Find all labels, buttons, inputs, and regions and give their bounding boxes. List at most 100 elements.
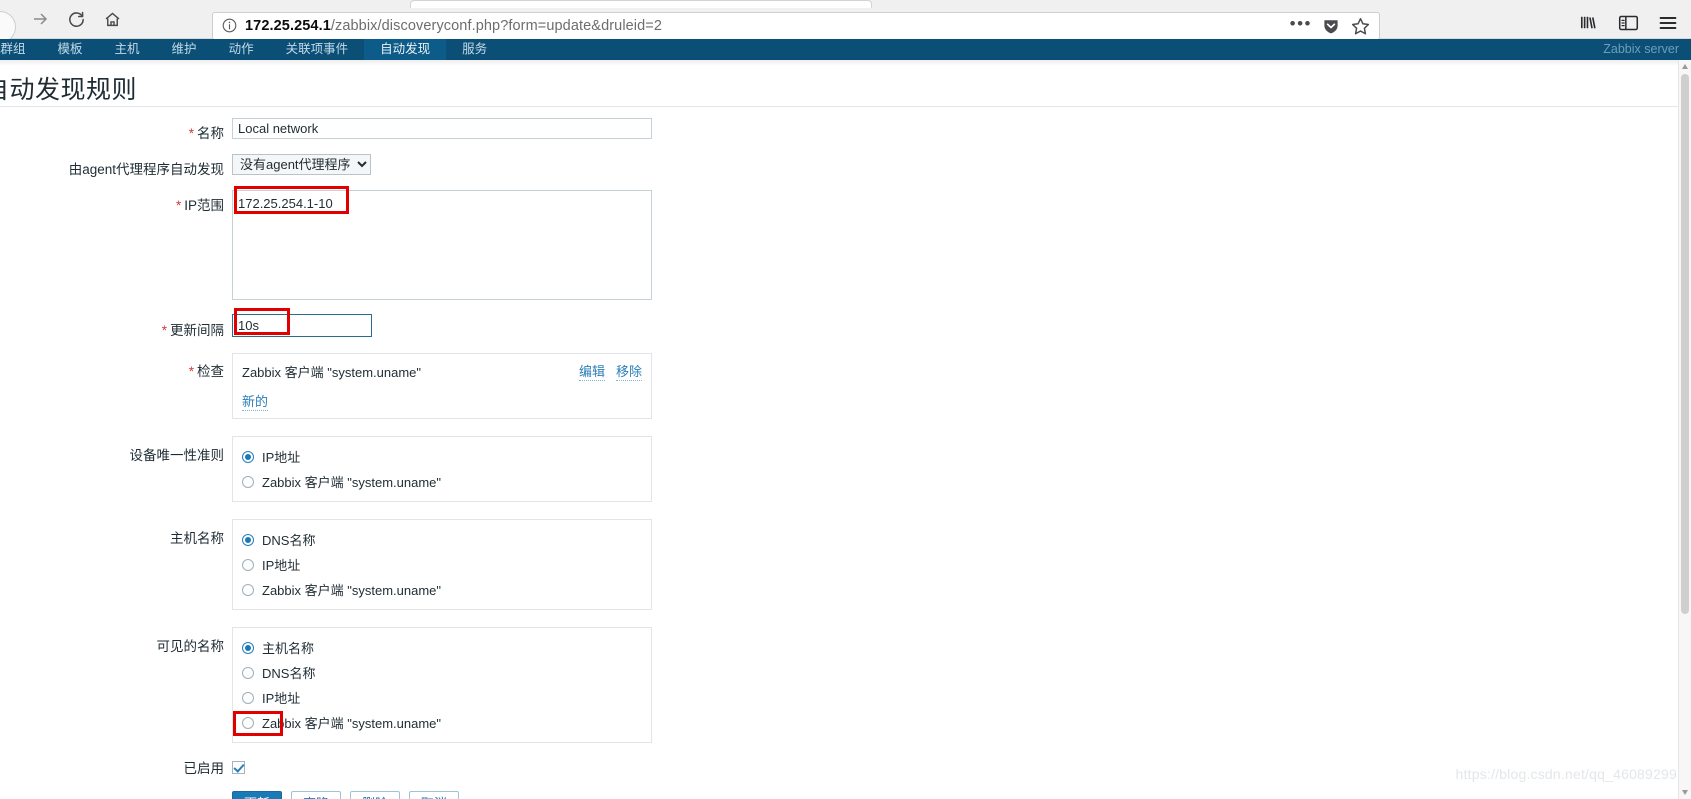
nav-item-hostgroups[interactable]: 机群组: [0, 39, 42, 60]
label-enabled: 已启用: [183, 761, 225, 776]
url-host: 172.25.254.1: [245, 18, 331, 34]
url-path: /zabbix/discoveryconf.php?form=update&dr…: [330, 18, 663, 34]
label-visible-name: 可见的名称: [156, 639, 225, 654]
host-name-option-agent[interactable]: Zabbix 客户端 "system.uname": [242, 577, 642, 602]
option-label: DNS名称: [262, 666, 316, 681]
label-update-interval: * 更新间隔: [0, 314, 232, 339]
reload-button[interactable]: [58, 4, 94, 34]
nav-item-maintenance[interactable]: 维护: [156, 39, 213, 60]
label-checks-text: 检查: [197, 364, 224, 379]
scroll-thumb[interactable]: [1681, 74, 1689, 614]
cancel-button[interactable]: 取消: [409, 791, 460, 799]
checks-panel: Zabbix 客户端 "system.uname" 编辑 移除 新的: [232, 353, 652, 419]
browser-toolbar: 172.25.254.1/zabbix/discoveryconf.php?fo…: [0, 0, 1691, 43]
host-name-option-ip[interactable]: IP地址: [242, 552, 642, 577]
nav-item-correlation[interactable]: 关联项事件: [270, 39, 365, 60]
nav-item-services[interactable]: 服务: [446, 39, 503, 60]
info-circle-icon[interactable]: [221, 17, 239, 35]
required-marker: *: [188, 364, 194, 379]
home-button[interactable]: [94, 4, 130, 34]
clone-button[interactable]: 克隆: [291, 791, 342, 799]
device-uniqueness-option-agent[interactable]: Zabbix 客户端 "system.uname": [242, 469, 642, 494]
host-name-panel: DNS名称 IP地址 Zabbix 客户端 "system.uname": [232, 519, 652, 610]
visible-name-option-hostname[interactable]: 主机名称: [242, 635, 642, 660]
option-label: IP地址: [262, 558, 301, 573]
device-uniqueness-option-ip[interactable]: IP地址: [242, 444, 642, 469]
delete-button[interactable]: 删除: [350, 791, 401, 799]
pocket-shield-icon[interactable]: [1321, 16, 1341, 36]
host-name-option-dns[interactable]: DNS名称: [242, 527, 642, 552]
scroll-down-arrow-icon[interactable]: [1682, 790, 1688, 795]
check-remove-link[interactable]: 移除: [615, 361, 642, 381]
ip-range-textarea[interactable]: 172.25.254.1-10: [232, 190, 652, 300]
option-label: IP地址: [262, 691, 301, 706]
watermark: https://blog.csdn.net/qq_46089299: [1455, 766, 1677, 782]
menu-button[interactable]: [1651, 10, 1685, 40]
tab-strip-stub: [410, 0, 872, 8]
option-label: IP地址: [262, 450, 301, 465]
nav-item-templates[interactable]: 模板: [42, 39, 99, 60]
buttons-label-spacer: [0, 791, 232, 795]
address-bar[interactable]: 172.25.254.1/zabbix/discoveryconf.php?fo…: [212, 12, 1380, 40]
radio-icon: [242, 716, 254, 729]
update-button[interactable]: 更新: [232, 791, 283, 799]
required-marker: *: [188, 126, 194, 141]
proxy-select[interactable]: 没有agent代理程序: [232, 154, 371, 175]
scroll-up-arrow-icon[interactable]: [1682, 64, 1688, 69]
back-button[interactable]: [0, 4, 22, 43]
option-label: Zabbix 客户端 "system.uname": [262, 475, 442, 490]
forward-button[interactable]: [22, 4, 58, 34]
option-label: Zabbix 客户端 "system.uname": [262, 583, 442, 598]
form-buttons: 更新 克隆 删除 取消: [232, 791, 460, 799]
reload-icon: [67, 10, 86, 29]
visible-name-option-agent[interactable]: Zabbix 客户端 "system.uname": [242, 710, 642, 735]
address-bar-actions: •••: [1290, 15, 1373, 37]
form-row-proxy: 由agent代理程序自动发现 没有agent代理程序: [0, 154, 1691, 178]
nav-item-discovery[interactable]: 自动发现: [364, 39, 447, 60]
discovery-rule-form: *名称 由agent代理程序自动发现 没有agent代理程序 *IP范围 172…: [0, 118, 1691, 799]
check-new-link[interactable]: 新的: [242, 391, 269, 411]
sidebar-button[interactable]: [1611, 10, 1645, 40]
library-icon: [1578, 13, 1598, 37]
hamburger-menu-icon: [1658, 14, 1678, 37]
radio-icon: [242, 475, 254, 488]
visible-name-option-dns[interactable]: DNS名称: [242, 660, 642, 685]
label-host-name: 主机名称: [170, 531, 224, 546]
nav-item-actions[interactable]: 动作: [213, 39, 270, 60]
forward-arrow-icon: [30, 9, 50, 29]
ellipsis-icon[interactable]: •••: [1290, 15, 1312, 34]
required-marker: *: [175, 198, 182, 213]
nav-item-hosts[interactable]: 主机: [99, 39, 156, 60]
check-item-row: Zabbix 客户端 "system.uname" 编辑 移除: [242, 361, 642, 381]
form-row-device-uniqueness: 设备唯一性准则 IP地址 Zabbix 客户端 "system.uname": [0, 436, 1691, 502]
required-marker: *: [161, 323, 167, 338]
page-title: 自动发现规则: [0, 76, 138, 104]
zabbix-server-label: Zabbix server: [1603, 42, 1679, 56]
enabled-checkbox[interactable]: [232, 760, 245, 774]
nav-shadow: [0, 60, 1691, 66]
star-icon[interactable]: [1350, 16, 1371, 37]
radio-icon: [242, 666, 254, 679]
label-checks: * 检查: [0, 353, 232, 380]
sidebar-icon: [1618, 14, 1639, 37]
label-ip-range: * IP范围: [0, 190, 232, 214]
visible-name-panel: 主机名称 DNS名称 IP地址 Zabbix 客户端 "system.uname…: [232, 627, 652, 743]
zabbix-nav-items: 机群组 模板 主机 维护 动作 关联项事件 自动发现 服务: [0, 39, 503, 60]
check-item-text: Zabbix 客户端 "system.uname": [242, 364, 422, 380]
name-input[interactable]: [232, 118, 652, 139]
radio-icon: [242, 450, 254, 463]
visible-name-option-ip[interactable]: IP地址: [242, 685, 642, 710]
radio-icon: [242, 641, 254, 654]
radio-icon: [242, 691, 254, 704]
update-interval-input[interactable]: [232, 314, 372, 337]
library-button[interactable]: [1571, 10, 1605, 40]
label-name-text: 名称: [197, 126, 224, 141]
navigation-buttons: [0, 4, 130, 43]
option-label: DNS名称: [262, 533, 316, 548]
form-row-ip-range: * IP范围 172.25.254.1-10: [0, 190, 1691, 300]
form-row-enabled: 已启用: [0, 757, 1691, 777]
page-scrollbar[interactable]: [1678, 60, 1691, 799]
radio-icon: [242, 583, 254, 596]
check-edit-link[interactable]: 编辑: [578, 361, 605, 381]
home-icon: [103, 10, 122, 29]
